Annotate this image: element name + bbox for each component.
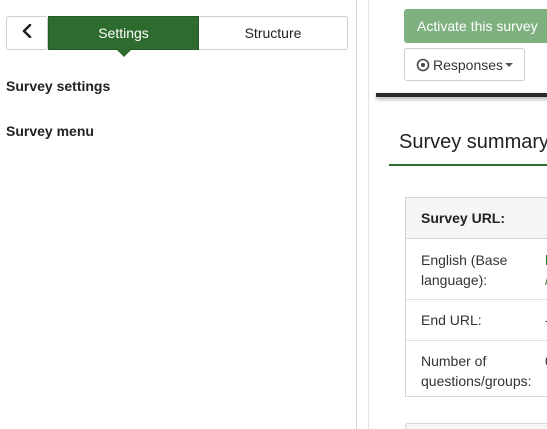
survey-url-table: Survey URL: English (Base language): h /… [405, 197, 547, 397]
table-row: English (Base language): h / [406, 239, 547, 300]
collapse-sidebar-button[interactable] [6, 16, 48, 50]
row-label: English (Base language): [421, 252, 508, 288]
activate-survey-label: Activate this survey [417, 18, 538, 34]
tab-settings[interactable]: Settings [48, 16, 199, 57]
row-label: End URL: [421, 312, 482, 328]
table-row: End URL: - [406, 300, 547, 341]
tab-structure-label: Structure [244, 25, 302, 41]
sidebar-item-survey-menu[interactable]: Survey menu [6, 123, 94, 139]
responses-label: Responses [433, 56, 504, 73]
chevron-left-icon [22, 23, 32, 43]
sidebar: Settings Structure Survey settings Surve… [0, 0, 357, 429]
sidebar-item-survey-settings[interactable]: Survey settings [6, 78, 110, 94]
table-header: Survey URL: [406, 198, 547, 239]
row-label: Number of questions/groups: [421, 353, 532, 389]
title-underline [389, 164, 547, 166]
tab-settings-label: Settings [98, 25, 149, 41]
sidebar-item-label: Survey settings [6, 78, 111, 94]
sidebar-item-label: Survey menu [6, 123, 94, 139]
app-root: Settings Structure Survey settings Surve… [0, 0, 547, 429]
toolbar-divider [376, 93, 547, 97]
sidebar-resize-handle[interactable] [357, 0, 369, 429]
sidebar-tabbar: Settings Structure [6, 16, 348, 57]
responses-icon [416, 58, 430, 72]
main-panel: Activate this survey Responses Survey su… [370, 0, 547, 429]
table-row: Number of questions/groups: 0 [406, 341, 547, 396]
activate-survey-button[interactable]: Activate this survey [404, 9, 547, 43]
page-title: Survey summary [399, 131, 547, 153]
caret-down-icon [505, 62, 514, 67]
next-panel [405, 423, 547, 429]
tab-structure[interactable]: Structure [199, 16, 348, 50]
responses-dropdown-button[interactable]: Responses [404, 48, 525, 81]
